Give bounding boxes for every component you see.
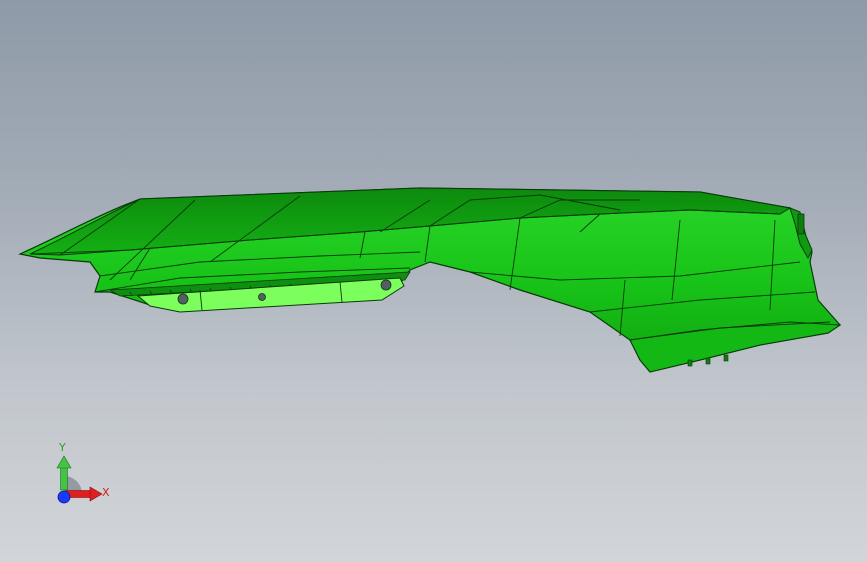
- bracket-hole-center: [258, 293, 266, 301]
- bracket-hole-left: [177, 293, 189, 305]
- y-axis-label: Y: [59, 441, 66, 454]
- graphics-viewport[interactable]: Y X: [0, 0, 867, 562]
- z-axis-dot-icon: [57, 490, 71, 504]
- x-axis-label: X: [102, 486, 110, 499]
- fender-model[interactable]: [0, 0, 867, 562]
- bracket-hole-right: [380, 279, 392, 291]
- axis-triad: Y X: [48, 440, 118, 510]
